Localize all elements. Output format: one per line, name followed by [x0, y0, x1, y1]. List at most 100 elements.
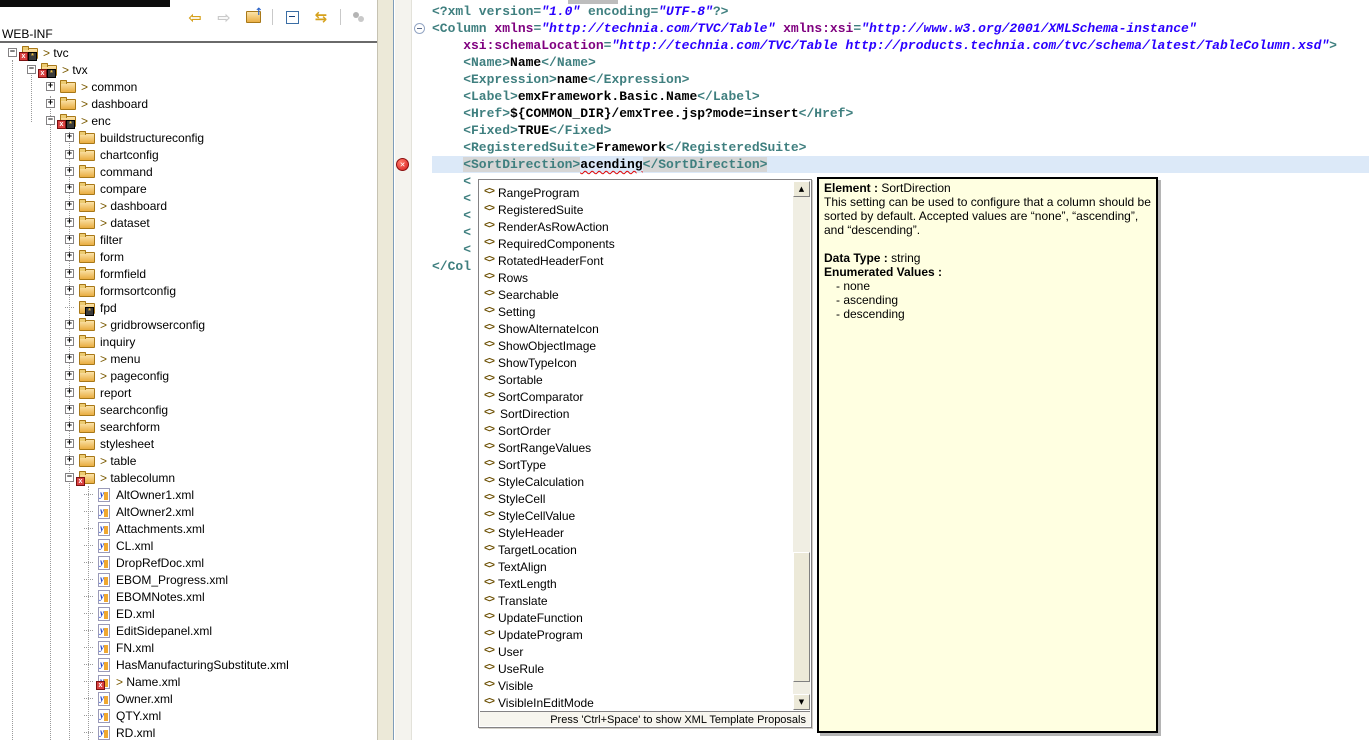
proposal-item[interactable]: TextAlign	[480, 558, 793, 575]
tree-item[interactable]: +> table	[0, 452, 377, 469]
proposal-item[interactable]: StyleCellValue	[480, 507, 793, 524]
tree-item[interactable]: +buildstructureconfig	[0, 129, 377, 146]
scroll-down-icon[interactable]: ▼	[793, 694, 810, 710]
popup-scrollbar[interactable]: ▲ ▼	[793, 181, 810, 710]
expander-icon[interactable]: +	[65, 184, 74, 193]
proposal-item[interactable]: SortRangeValues	[480, 439, 793, 456]
proposal-item[interactable]: SortDirection	[480, 405, 793, 422]
expander-icon[interactable]: +	[65, 252, 74, 261]
tree-item[interactable]: yCL.xml	[0, 537, 377, 554]
tree-item[interactable]: +inquiry	[0, 333, 377, 350]
tree-item[interactable]: yEditSidepanel.xml	[0, 622, 377, 639]
back-icon[interactable]	[185, 8, 205, 26]
tree-item[interactable]: +formfield	[0, 265, 377, 282]
expander-icon[interactable]: −	[8, 48, 17, 57]
expander-icon[interactable]: +	[65, 422, 74, 431]
proposal-item[interactable]: SortType	[480, 456, 793, 473]
tree-item[interactable]: yED.xml	[0, 605, 377, 622]
tree-item[interactable]: +searchconfig	[0, 401, 377, 418]
expander-icon[interactable]: +	[65, 218, 74, 227]
proposal-item[interactable]: RegisteredSuite	[480, 201, 793, 218]
proposal-item[interactable]: ShowObjectImage	[480, 337, 793, 354]
tree-item[interactable]: +> gridbrowserconfig	[0, 316, 377, 333]
expander-icon[interactable]: +	[46, 99, 55, 108]
expander-icon[interactable]: +	[65, 371, 74, 380]
tree-item[interactable]: yEBOMNotes.xml	[0, 588, 377, 605]
proposal-item[interactable]: SortComparator	[480, 388, 793, 405]
proposal-item[interactable]: Visible	[480, 677, 793, 694]
expander-icon[interactable]: +	[65, 320, 74, 329]
proposal-item[interactable]: Setting	[480, 303, 793, 320]
annotation-ruler[interactable]	[395, 0, 412, 740]
proposal-item[interactable]: ShowTypeIcon	[480, 354, 793, 371]
expander-icon[interactable]: +	[65, 286, 74, 295]
tree-item[interactable]: +> menu	[0, 350, 377, 367]
proposal-item[interactable]: VisibleInEditMode	[480, 694, 793, 710]
proposal-item[interactable]: TextLength	[480, 575, 793, 592]
tree-item[interactable]: +report	[0, 384, 377, 401]
proposal-item[interactable]: SortOrder	[480, 422, 793, 439]
proposal-item[interactable]: Translate	[480, 592, 793, 609]
tree-item[interactable]: −x> tablecolumn	[0, 469, 377, 486]
project-tree[interactable]: −x*> tvc−x*> tvx+> common+> dashboard−x*…	[0, 44, 377, 740]
tree-item[interactable]: +searchform	[0, 418, 377, 435]
tree-item[interactable]: yRD.xml	[0, 724, 377, 740]
tree-item[interactable]: +chartconfig	[0, 146, 377, 163]
expander-icon[interactable]: −	[27, 65, 36, 74]
proposal-item[interactable]: UseRule	[480, 660, 793, 677]
proposal-item[interactable]: TargetLocation	[480, 541, 793, 558]
proposal-item[interactable]: StyleCalculation	[480, 473, 793, 490]
go-up-icon[interactable]	[243, 8, 263, 26]
proposal-item[interactable]: Rows	[480, 269, 793, 286]
tree-item[interactable]: +> dashboard	[0, 197, 377, 214]
proposal-item[interactable]: User	[480, 643, 793, 660]
proposal-item[interactable]: UpdateFunction	[480, 609, 793, 626]
proposal-item[interactable]: RequiredComponents	[480, 235, 793, 252]
expander-icon[interactable]: +	[65, 337, 74, 346]
tree-item[interactable]: −x*> enc	[0, 112, 377, 129]
expander-icon[interactable]: +	[65, 201, 74, 210]
proposal-item[interactable]: Sortable	[480, 371, 793, 388]
proposal-item[interactable]: UpdateProgram	[480, 626, 793, 643]
tree-item[interactable]: +stylesheet	[0, 435, 377, 452]
expander-icon[interactable]: +	[65, 167, 74, 176]
expander-icon[interactable]: +	[46, 82, 55, 91]
tree-item[interactable]: +> common	[0, 78, 377, 95]
proposal-item[interactable]: RenderAsRowAction	[480, 218, 793, 235]
tree-item[interactable]: +formsortconfig	[0, 282, 377, 299]
tree-item[interactable]: +command	[0, 163, 377, 180]
expander-icon[interactable]: +	[65, 354, 74, 363]
forward-icon[interactable]	[214, 8, 234, 26]
link-with-editor-icon[interactable]	[311, 8, 331, 26]
expander-icon[interactable]: +	[65, 456, 74, 465]
expander-icon[interactable]: +	[65, 439, 74, 448]
fold-collapse-icon[interactable]	[414, 23, 425, 34]
expander-icon[interactable]: +	[65, 269, 74, 278]
scrollbar-thumb[interactable]	[793, 552, 810, 682]
tree-item[interactable]: +> dashboard	[0, 95, 377, 112]
collapse-all-icon[interactable]	[282, 8, 302, 26]
tree-item[interactable]: −x*> tvc	[0, 44, 377, 61]
expander-icon[interactable]: +	[65, 405, 74, 414]
tree-item[interactable]: −x*> tvx	[0, 61, 377, 78]
tree-item[interactable]: yx> Name.xml	[0, 673, 377, 690]
proposal-item[interactable]: RotatedHeaderFont	[480, 252, 793, 269]
proposal-item[interactable]: Searchable	[480, 286, 793, 303]
proposal-item[interactable]: ShowAlternateIcon	[480, 320, 793, 337]
panel-sash[interactable]	[377, 0, 394, 740]
tree-item[interactable]: yFN.xml	[0, 639, 377, 656]
expander-icon[interactable]: +	[65, 388, 74, 397]
expander-icon[interactable]: +	[65, 133, 74, 142]
focus-icon[interactable]	[350, 8, 370, 26]
tree-item[interactable]: yEBOM_Progress.xml	[0, 571, 377, 588]
proposal-item[interactable]: StyleHeader	[480, 524, 793, 541]
tree-item[interactable]: yAltOwner1.xml	[0, 486, 377, 503]
expander-icon[interactable]: −	[65, 473, 74, 482]
expander-icon[interactable]: +	[65, 235, 74, 244]
tree-item[interactable]: +filter	[0, 231, 377, 248]
tree-item[interactable]: yOwner.xml	[0, 690, 377, 707]
error-marker-icon[interactable]	[396, 158, 409, 171]
tree-item[interactable]: yAttachments.xml	[0, 520, 377, 537]
proposal-item[interactable]: StyleCell	[480, 490, 793, 507]
expander-icon[interactable]: +	[65, 150, 74, 159]
